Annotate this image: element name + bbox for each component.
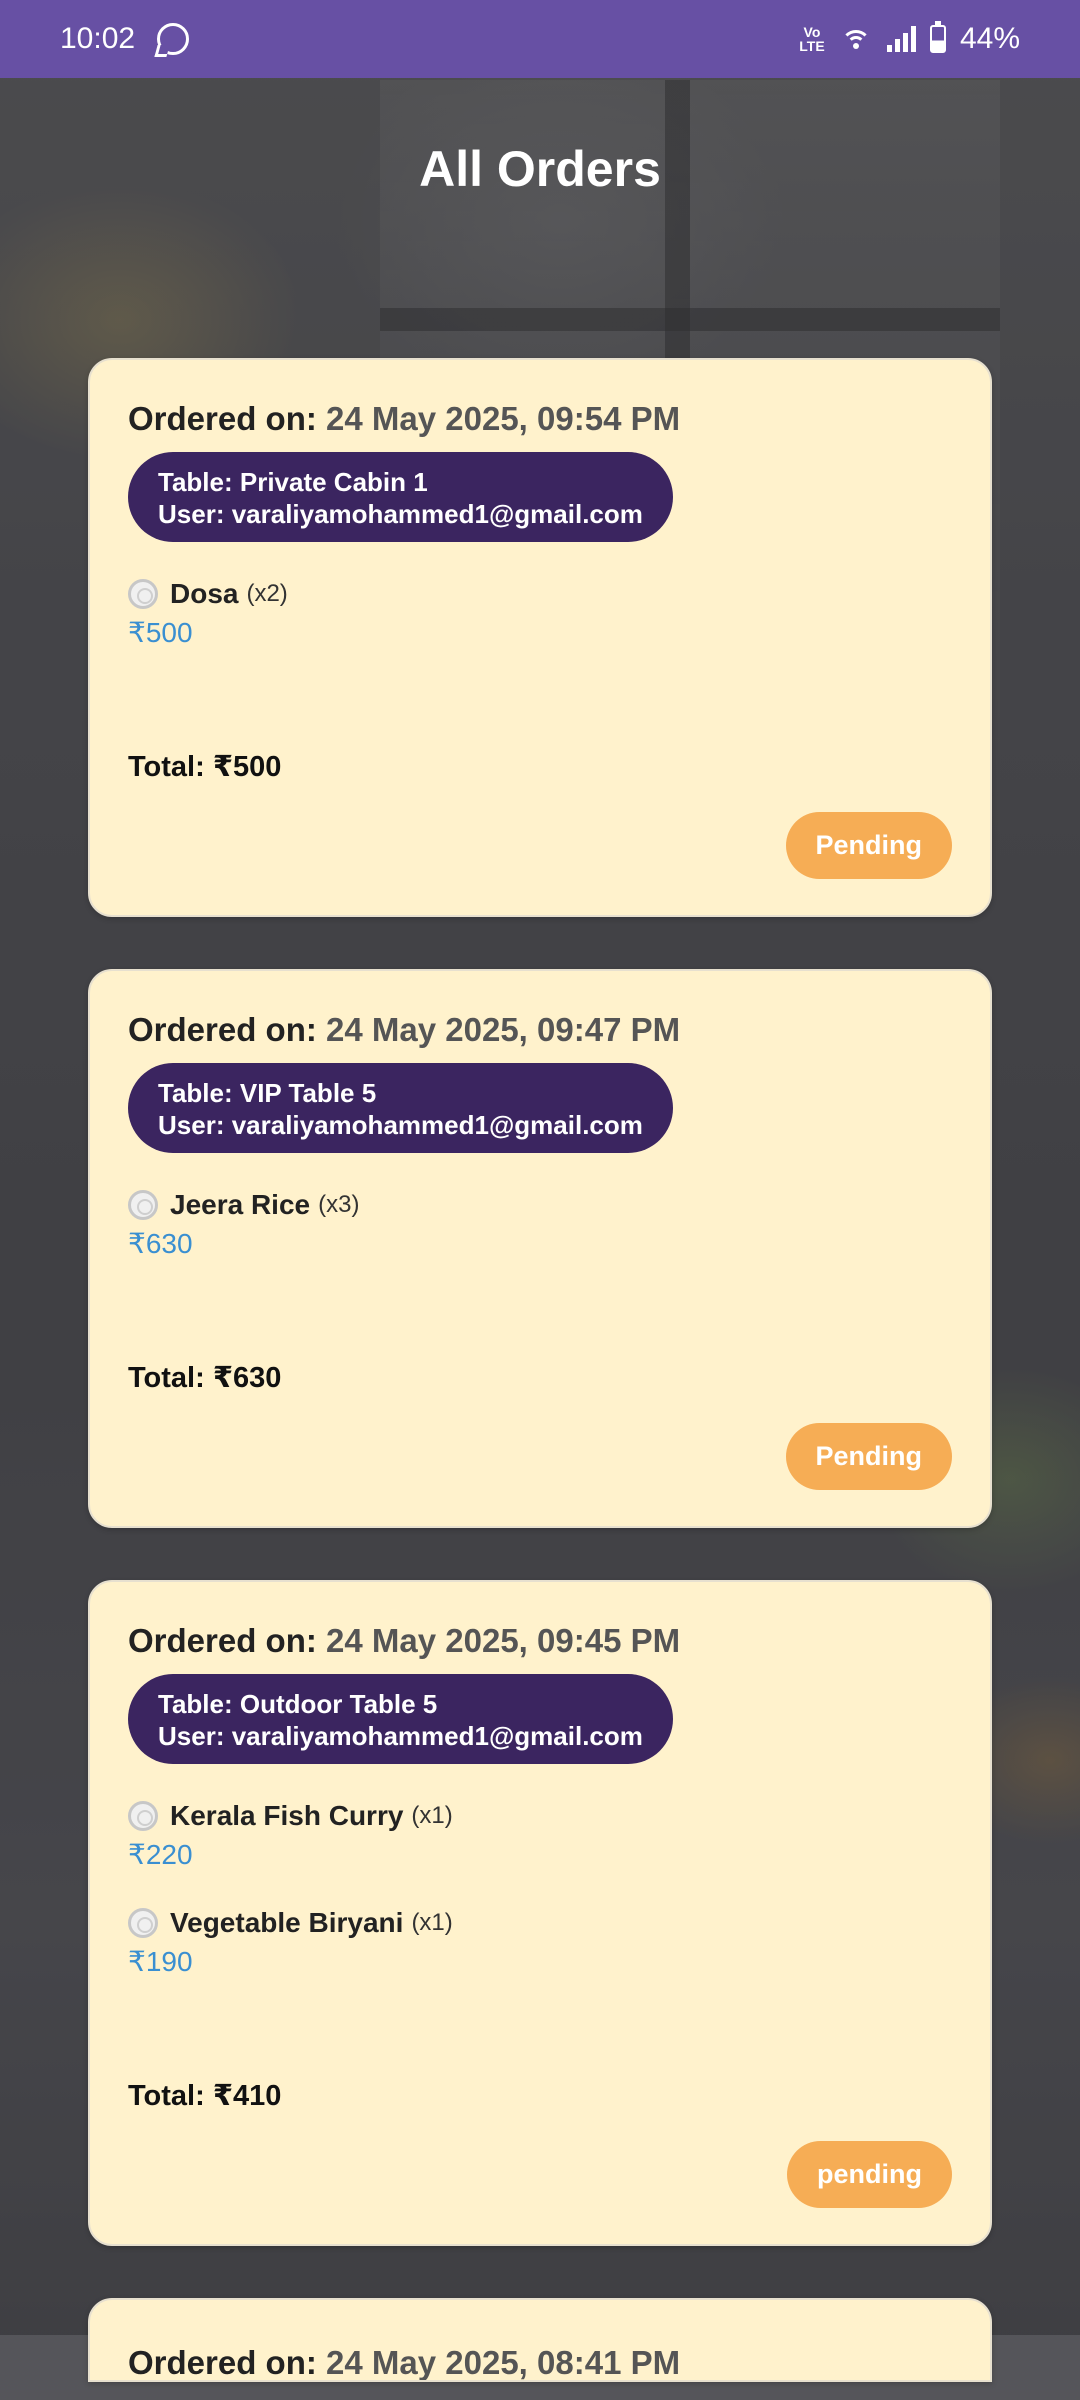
order-date-line: Ordered on: 24 May 2025, 09:54 PM bbox=[128, 400, 952, 438]
table-user-pill: Table: VIP Table 5 User: varaliyamohamme… bbox=[128, 1063, 673, 1153]
whatsapp-icon bbox=[157, 23, 190, 55]
order-date-line: Ordered on: 24 May 2025, 09:45 PM bbox=[128, 1622, 952, 1660]
status-badge[interactable]: pending bbox=[787, 2141, 952, 2208]
item-price: ₹190 bbox=[128, 1946, 193, 1977]
wifi-icon bbox=[839, 26, 873, 52]
order-total: Total: ₹410 bbox=[128, 2080, 282, 2112]
status-bar: 10:02 Vo LTE 44% bbox=[0, 0, 1080, 78]
order-date: 24 May 2025, 09:47 PM bbox=[326, 1011, 681, 1048]
order-card[interactable]: Ordered on: 24 May 2025, 09:45 PM Table:… bbox=[88, 1580, 992, 2246]
plate-icon bbox=[128, 1190, 158, 1220]
plate-icon bbox=[128, 579, 158, 609]
ordered-on-label: Ordered on: bbox=[128, 1011, 317, 1048]
table-name: Table: Outdoor Table 5 bbox=[158, 1689, 438, 1719]
item-quantity: (x1) bbox=[411, 1909, 453, 1936]
ordered-on-label: Ordered on: bbox=[128, 400, 317, 437]
plate-icon bbox=[128, 1801, 158, 1831]
order-item: Kerala Fish Curry (x1) ₹220 bbox=[128, 1800, 952, 1871]
status-time: 10:02 bbox=[60, 22, 136, 55]
item-price: ₹630 bbox=[128, 1228, 193, 1259]
table-name: Table: VIP Table 5 bbox=[158, 1078, 377, 1108]
user-email: User: varaliyamohammed1@gmail.com bbox=[158, 1721, 643, 1751]
table-user-pill: Table: Outdoor Table 5 User: varaliyamoh… bbox=[128, 1674, 673, 1764]
item-name: Vegetable Biryani bbox=[170, 1907, 404, 1938]
volte-icon: Vo LTE bbox=[799, 24, 825, 54]
item-price: ₹500 bbox=[128, 617, 193, 648]
order-date-line: Ordered on: 24 May 2025, 08:41 PM bbox=[128, 2344, 952, 2381]
table-name: Table: Private Cabin 1 bbox=[158, 467, 428, 497]
status-icons: Vo LTE 44% bbox=[799, 21, 1020, 56]
order-card[interactable]: Ordered on: 24 May 2025, 09:47 PM Table:… bbox=[88, 969, 992, 1528]
battery-icon bbox=[929, 21, 946, 53]
item-name: Dosa bbox=[170, 578, 239, 609]
status-badge[interactable]: Pending bbox=[785, 812, 952, 879]
order-date: 24 May 2025, 09:45 PM bbox=[326, 1622, 681, 1659]
ordered-on-label: Ordered on: bbox=[128, 1622, 317, 1659]
order-item: Jeera Rice (x3) ₹630 bbox=[128, 1189, 952, 1260]
item-name: Jeera Rice bbox=[170, 1189, 311, 1220]
plate-icon bbox=[128, 1908, 158, 1938]
user-email: User: varaliyamohammed1@gmail.com bbox=[158, 499, 643, 529]
item-quantity: (x3) bbox=[318, 1191, 360, 1218]
order-item: Dosa (x2) ₹500 bbox=[128, 578, 952, 649]
order-date: 24 May 2025, 08:41 PM bbox=[326, 2344, 681, 2381]
signal-icon bbox=[886, 26, 916, 52]
table-user-pill: Table: Private Cabin 1 User: varaliyamoh… bbox=[128, 452, 673, 542]
battery-percent: 44% bbox=[959, 22, 1020, 55]
order-date: 24 May 2025, 09:54 PM bbox=[326, 400, 681, 437]
item-quantity: (x2) bbox=[246, 580, 288, 607]
order-total: Total: ₹630 bbox=[128, 1362, 282, 1394]
ordered-on-label: Ordered on: bbox=[128, 2344, 317, 2381]
orders-list[interactable]: Ordered on: 24 May 2025, 09:54 PM Table:… bbox=[88, 358, 992, 2400]
order-total: Total: ₹500 bbox=[128, 751, 282, 783]
user-email: User: varaliyamohammed1@gmail.com bbox=[158, 1110, 643, 1140]
order-date-line: Ordered on: 24 May 2025, 09:47 PM bbox=[128, 1011, 952, 1049]
item-price: ₹220 bbox=[128, 1839, 193, 1870]
order-item: Vegetable Biryani (x1) ₹190 bbox=[128, 1907, 952, 1978]
order-card[interactable]: Ordered on: 24 May 2025, 08:41 PM bbox=[88, 2298, 992, 2382]
page-title: All Orders bbox=[419, 141, 661, 197]
item-name: Kerala Fish Curry bbox=[170, 1800, 404, 1831]
status-badge[interactable]: Pending bbox=[785, 1423, 952, 1490]
order-card[interactable]: Ordered on: 24 May 2025, 09:54 PM Table:… bbox=[88, 358, 992, 917]
item-quantity: (x1) bbox=[411, 1802, 453, 1829]
